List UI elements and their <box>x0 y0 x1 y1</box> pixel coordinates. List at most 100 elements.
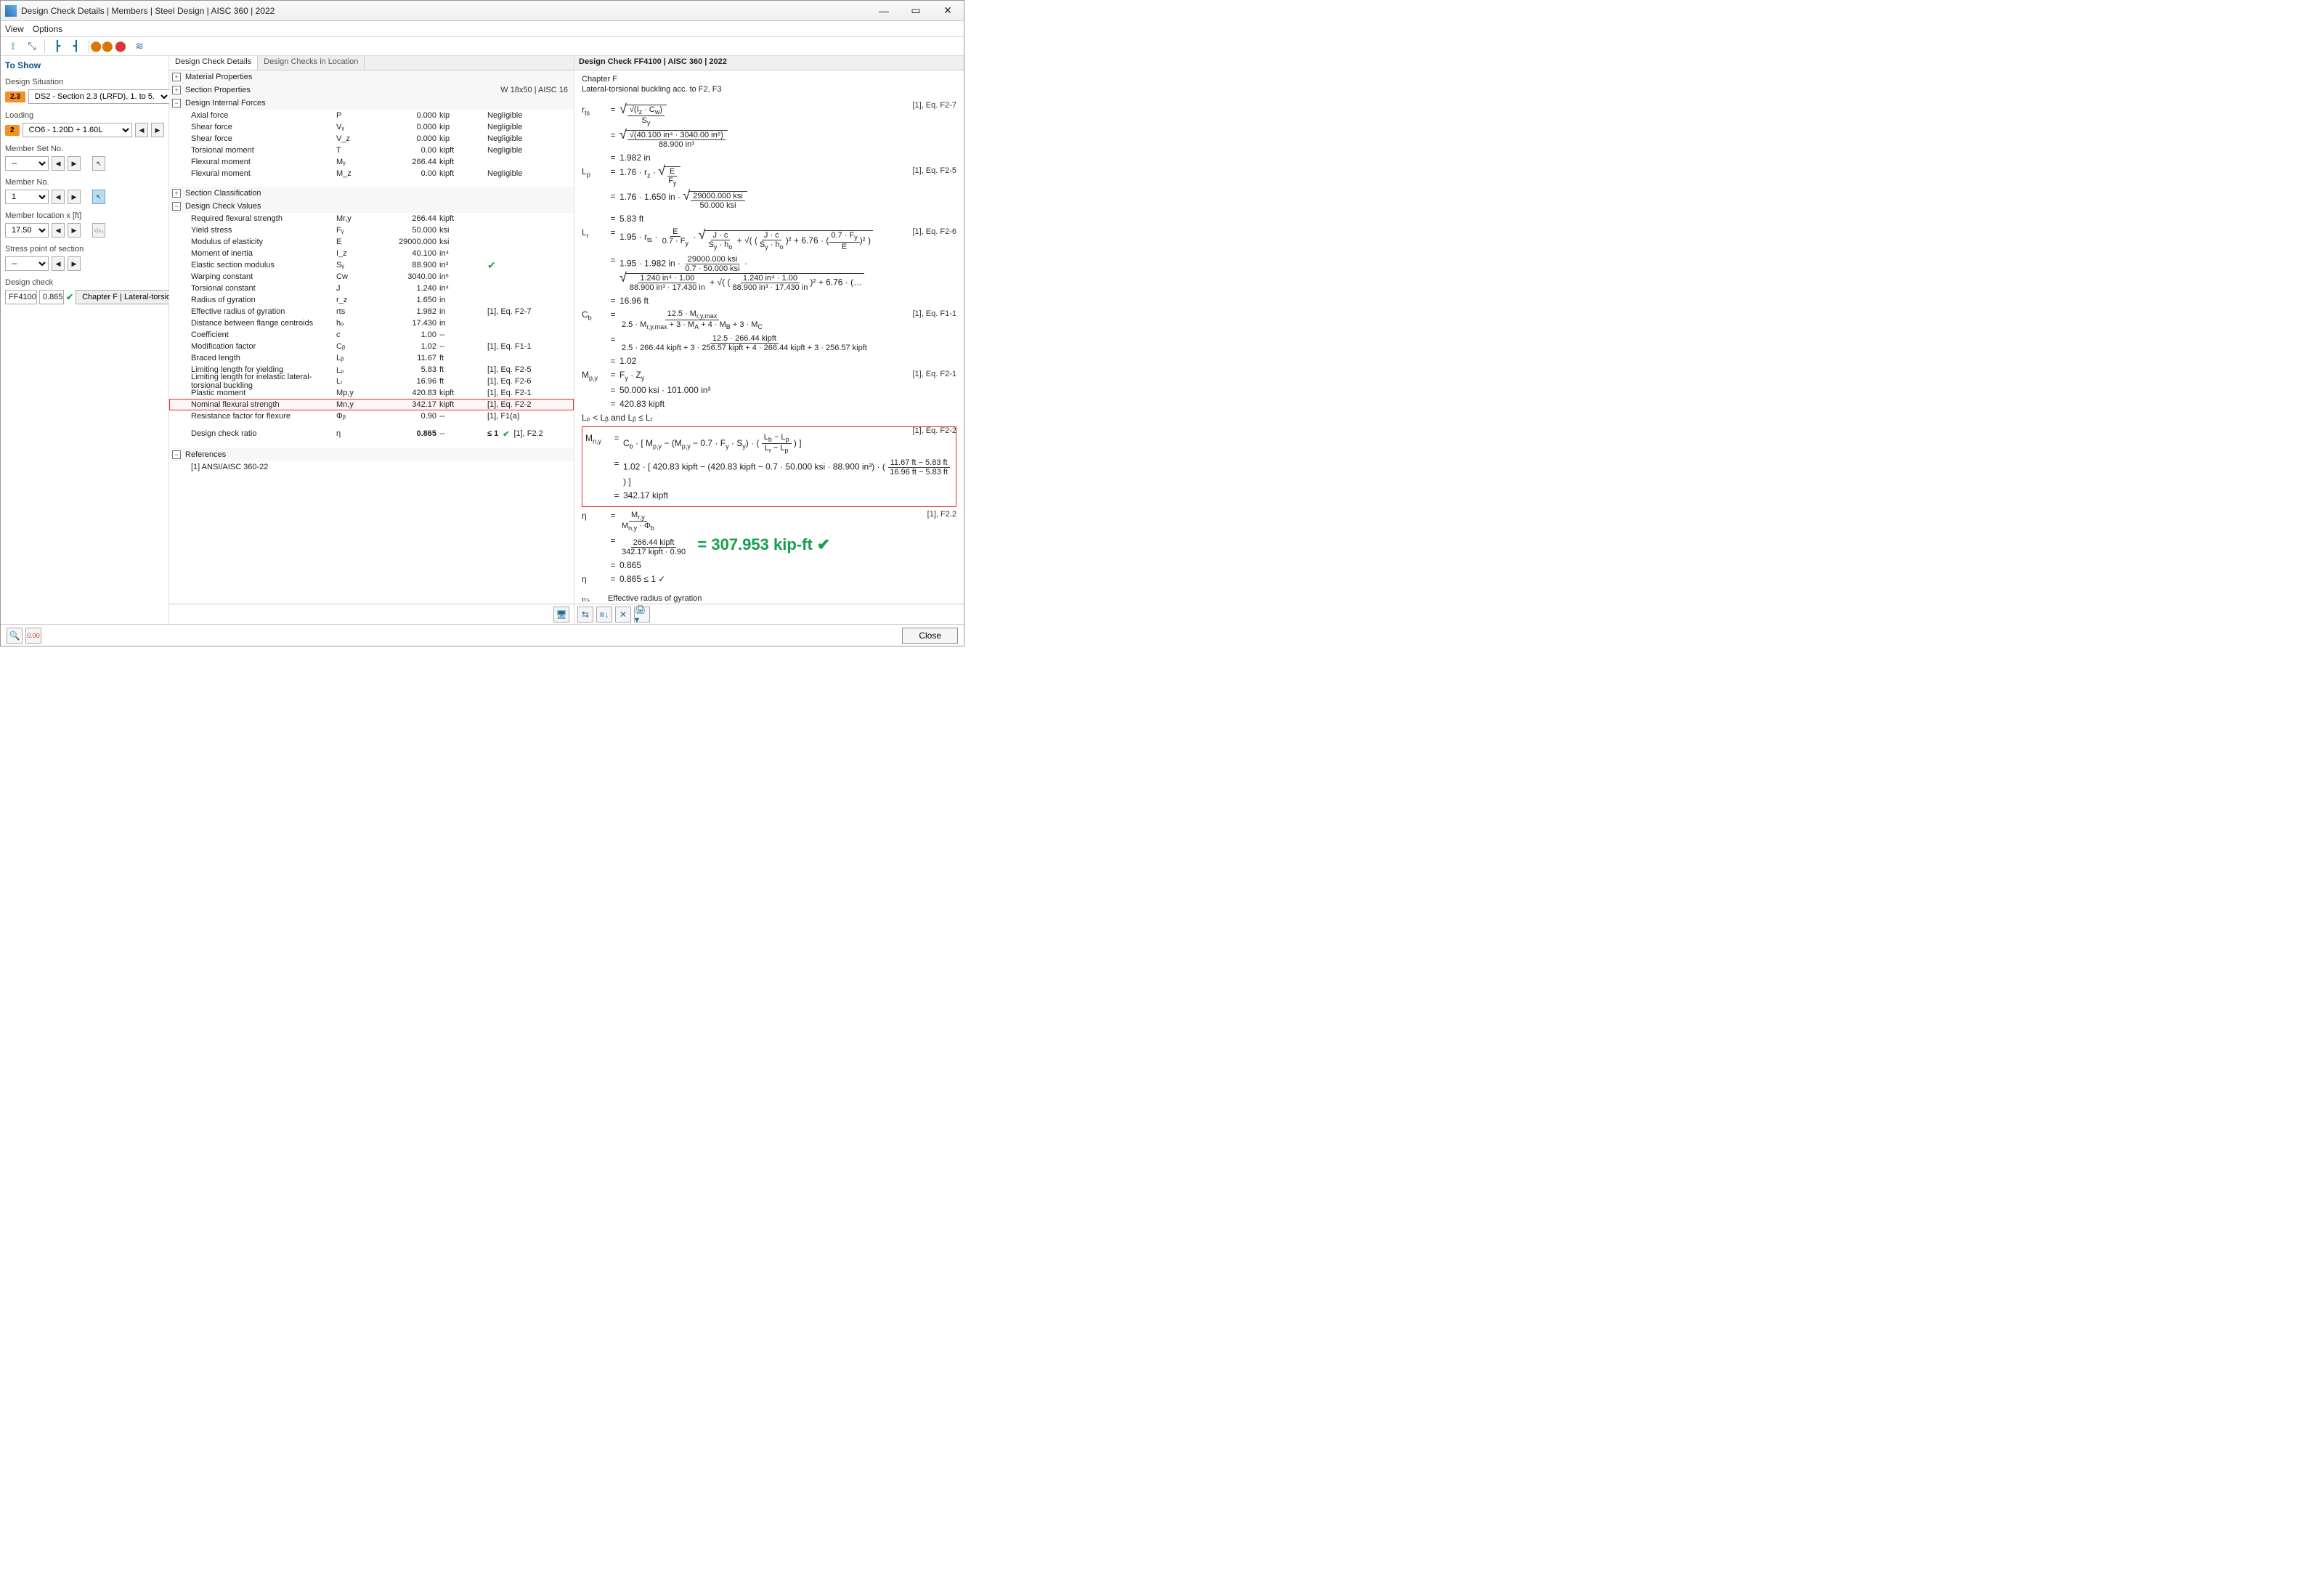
value-row: Yield stressFᵧ50.000ksi <box>169 224 574 236</box>
design-situation-select[interactable]: DS2 - Section 2.3 (LRFD), 1. to 5. <box>28 89 171 104</box>
expand-icon[interactable]: + <box>172 73 181 81</box>
expand-icon[interactable]: + <box>172 189 181 198</box>
member-loc-label: Member location x [ft] <box>5 211 164 220</box>
mno-prev-button[interactable]: ◀ <box>52 190 65 204</box>
glossary: rₜₛEffective radius of gyrationI_zMoment… <box>582 594 956 604</box>
stress-select[interactable]: -- <box>5 256 49 271</box>
force-row: Torsional momentT0.00kipftNegligible <box>169 145 574 156</box>
eq-condition: Lₚ < Lᵦ and Lᵦ ≤ Lᵣ <box>582 413 956 423</box>
member-loc-select[interactable]: 17.50 <box>5 223 49 238</box>
section-material-properties[interactable]: Material Properties <box>185 73 252 81</box>
member-set-label: Member Set No. <box>5 145 164 153</box>
value-row: Limiting length for inelastic lateral-to… <box>169 376 574 387</box>
chapter-line-2: Lateral-torsional buckling acc. to F2, F… <box>582 85 956 94</box>
tool-2-icon[interactable]: ⤡ <box>24 38 40 54</box>
mset-next-button[interactable]: ▶ <box>68 156 81 171</box>
design-check-ratio-row: Design check ratio η 0.865 -- ≤ 1 ✔ [1],… <box>169 426 574 441</box>
dc-code: FF4100 <box>5 290 37 304</box>
stress-next-button[interactable]: ▶ <box>68 256 81 271</box>
value-row: Resistance factor for flexureΦᵦ0.90-- [1… <box>169 410 574 422</box>
close-window-button[interactable]: ✕ <box>932 1 964 21</box>
ratio-limit: ≤ 1 <box>466 429 498 438</box>
tree-area: + Material Properties + Section Properties… <box>169 70 574 604</box>
collapse-icon[interactable]: − <box>172 99 181 108</box>
eq-ref: [1], Eq. F1-1 <box>912 309 956 318</box>
dc-ratio: 0.865 <box>39 290 64 304</box>
close-button[interactable]: Close <box>902 628 958 644</box>
collapse-icon[interactable]: − <box>172 450 181 459</box>
section-name-value: W 18x50 | AISC 16 <box>500 86 568 94</box>
stress-prev-button[interactable]: ◀ <box>52 256 65 271</box>
ratio-symbol: η <box>336 429 373 438</box>
status-btn-2[interactable]: 0.00 <box>25 628 41 644</box>
workspace: To Show Design Situation 2.3 DS2 - Secti… <box>1 56 964 624</box>
member-set-select[interactable]: -- <box>5 156 49 171</box>
tool-4-icon[interactable]: ┫ <box>68 38 84 54</box>
center-footer-button[interactable]: 🖥 <box>553 607 569 623</box>
section-classification[interactable]: Section Classification <box>185 189 261 198</box>
mset-pick-button[interactable]: ↖ <box>92 156 105 171</box>
eq-ref: [1], F2.2 <box>927 510 956 519</box>
tool-5-icon[interactable]: ⬤⬤ <box>94 38 110 54</box>
mset-prev-button[interactable]: ◀ <box>52 156 65 171</box>
loading-select[interactable]: CO6 - 1.20D + 1.60L <box>23 123 132 137</box>
tab-design-check-details[interactable]: Design Check Details <box>169 56 258 70</box>
loc-prev-button[interactable]: ◀ <box>52 223 65 238</box>
collapse-icon[interactable]: − <box>172 202 181 211</box>
member-no-label: Member No. <box>5 178 164 187</box>
section-references[interactable]: References <box>185 450 226 459</box>
annotation-result: = 307.953 kip-ft ✔ <box>697 535 830 554</box>
glossary-row: rₜₛEffective radius of gyration <box>582 594 956 604</box>
divider <box>44 40 45 53</box>
tool-1-icon[interactable]: ⟟ <box>5 38 21 54</box>
menu-bar: View Options <box>1 21 964 37</box>
member-no-select[interactable]: 1 <box>5 190 49 204</box>
force-row: Axial forceP0.000kipNegligible <box>169 110 574 121</box>
center-tabs: Design Check Details Design Checks in Lo… <box>169 56 574 70</box>
ratio-ref: [1], F2.2 <box>513 429 543 438</box>
menu-view[interactable]: View <box>5 24 24 34</box>
tool-6-icon[interactable]: ⬤ <box>113 38 129 54</box>
window-buttons: ― ▭ ✕ <box>868 1 964 21</box>
title-bar: Design Check Details | Members | Steel D… <box>1 1 964 21</box>
mno-pick-button[interactable]: ↖ <box>92 190 105 204</box>
tab-design-checks-in-location[interactable]: Design Checks in Location <box>258 56 365 70</box>
maximize-button[interactable]: ▭ <box>900 1 932 21</box>
value-row: Effective radius of gyrationrts1.982in [… <box>169 306 574 317</box>
mno-next-button[interactable]: ▶ <box>68 190 81 204</box>
value-row: Coefficientc1.00-- <box>169 329 574 341</box>
footer-btn-3[interactable]: ✕ <box>615 607 631 623</box>
ratio-label: Design check ratio <box>191 429 336 438</box>
eq-ref: [1], Eq. F2-1 <box>912 370 956 378</box>
check-icon: ✔ <box>503 429 509 439</box>
status-btn-1[interactable]: 🔍 <box>7 628 23 644</box>
value-row: Modulus of elasticityE29000.000ksi <box>169 236 574 248</box>
force-row: Shear forceV_z0.000kipNegligible <box>169 133 574 145</box>
load-badge: 2 <box>5 125 20 136</box>
app-window: Design Check Details | Members | Steel D… <box>0 0 964 646</box>
value-row: Modification factorCᵦ1.02-- [1], Eq. F1-… <box>169 341 574 352</box>
chapter-line-1: Chapter F <box>582 75 956 84</box>
section-design-check-values[interactable]: Design Check Values <box>185 202 261 211</box>
load-next-button[interactable]: ▶ <box>151 123 164 137</box>
footer-btn-print[interactable]: 🖨▾ <box>634 607 650 623</box>
loc-extra-button[interactable]: x|xₐ <box>92 223 105 238</box>
design-situation-label: Design Situation <box>5 78 164 86</box>
menu-options[interactable]: Options <box>33 24 62 34</box>
tool-3-icon[interactable]: ┣ <box>49 38 65 54</box>
section-internal-forces[interactable]: Design Internal Forces <box>185 99 266 108</box>
loc-next-button[interactable]: ▶ <box>68 223 81 238</box>
section-section-properties[interactable]: Section Properties <box>185 86 251 94</box>
calculation-area: Chapter F Lateral-torsional buckling acc… <box>574 70 964 604</box>
footer-btn-2[interactable]: ≡↓ <box>596 607 612 623</box>
eq-ref: [1], Eq. F2-5 <box>912 166 956 175</box>
eq-ref: [1], Eq. F2-2 <box>912 426 956 435</box>
tool-7-icon[interactable]: ≋ <box>131 38 147 54</box>
minimize-button[interactable]: ― <box>868 1 900 21</box>
load-prev-button[interactable]: ◀ <box>135 123 148 137</box>
expand-icon[interactable]: + <box>172 86 181 94</box>
value-row: Required flexural strengthMr,y266.44kipf… <box>169 213 574 224</box>
ds-badge: 2.3 <box>5 92 25 102</box>
eq-ref: [1], Eq. F2-7 <box>912 101 956 110</box>
footer-btn-1[interactable]: ⇆ <box>577 607 593 623</box>
